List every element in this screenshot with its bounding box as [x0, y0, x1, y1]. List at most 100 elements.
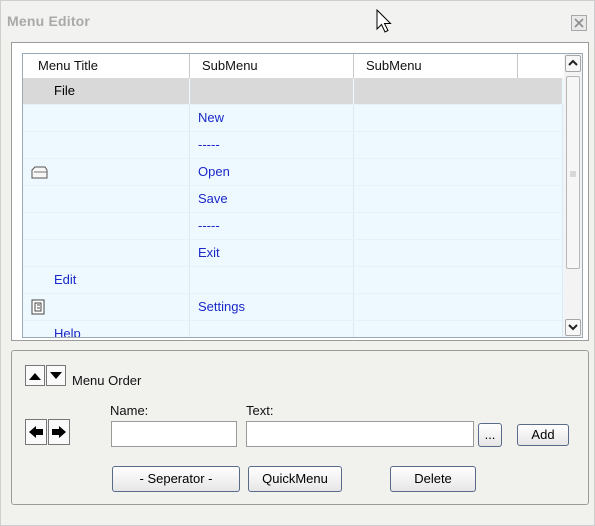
- cell-menu-title[interactable]: [23, 132, 190, 158]
- column-header-submenu-2[interactable]: SubMenu: [354, 54, 518, 78]
- close-button[interactable]: [571, 15, 587, 31]
- submenu-text: [354, 164, 362, 179]
- submenu-text: [190, 83, 198, 98]
- arrow-right-icon: [52, 426, 66, 438]
- cell-menu-title[interactable]: [23, 240, 190, 266]
- scroll-thumb[interactable]: [566, 76, 580, 269]
- menu-title-text: [23, 137, 54, 152]
- menu-title-text: [23, 191, 54, 206]
- column-header-menu-title[interactable]: Menu Title: [23, 54, 190, 78]
- title-bar[interactable]: Menu Editor: [1, 1, 594, 41]
- table-row[interactable]: -----: [23, 132, 572, 159]
- grid-rows: File New ----- Open Save ----- Exit Edit Setting…: [23, 78, 572, 338]
- name-input[interactable]: [111, 421, 237, 447]
- submenu-text: [190, 272, 198, 287]
- menu-title-text: Help: [54, 326, 81, 338]
- submenu-text: New: [198, 110, 225, 125]
- cell-submenu-2[interactable]: [354, 240, 563, 266]
- cell-submenu-2[interactable]: [354, 267, 563, 293]
- menu-title-text: [23, 299, 54, 314]
- menu-grid: Menu Title SubMenu SubMenu File New ----- O…: [22, 53, 573, 338]
- quickmenu-button[interactable]: QuickMenu: [248, 466, 342, 492]
- cell-submenu-1[interactable]: Save: [190, 186, 354, 212]
- column-header-label: Menu Title: [38, 58, 98, 73]
- cell-submenu-2[interactable]: [354, 213, 563, 239]
- text-input[interactable]: [246, 421, 474, 447]
- browse-button[interactable]: ...: [478, 423, 502, 447]
- table-row[interactable]: Open: [23, 159, 572, 186]
- submenu-text: Save: [198, 191, 228, 206]
- submenu-text: [190, 326, 198, 337]
- submenu-text: [354, 110, 362, 125]
- submenu-text: [354, 83, 362, 98]
- move-right-button[interactable]: [48, 419, 70, 445]
- cell-submenu-1[interactable]: -----: [190, 213, 354, 239]
- cell-submenu-2[interactable]: [354, 78, 562, 104]
- menu-title-text: File: [54, 83, 75, 98]
- table-row[interactable]: Help: [23, 321, 572, 338]
- cell-menu-title[interactable]: File: [23, 78, 189, 104]
- submenu-text: [354, 272, 362, 287]
- cell-menu-title[interactable]: [23, 213, 190, 239]
- cell-submenu-2[interactable]: [354, 132, 563, 158]
- cell-submenu-2[interactable]: [354, 105, 563, 131]
- close-icon: [574, 18, 584, 28]
- grid-header: Menu Title SubMenu SubMenu: [23, 54, 572, 79]
- move-down-button[interactable]: [46, 365, 66, 386]
- submenu-text: [354, 191, 362, 206]
- name-label: Name:: [110, 403, 149, 418]
- cell-menu-title[interactable]: Edit: [23, 267, 190, 293]
- menu-title-text: [23, 218, 54, 233]
- cell-menu-title[interactable]: Help: [23, 321, 190, 338]
- cell-submenu-1[interactable]: Settings: [190, 294, 354, 320]
- table-row[interactable]: Settings: [23, 294, 572, 321]
- table-row[interactable]: -----: [23, 213, 572, 240]
- cell-submenu-1[interactable]: Open: [190, 159, 354, 185]
- table-row[interactable]: Exit: [23, 240, 572, 267]
- move-up-button[interactable]: [25, 365, 45, 386]
- submenu-text: [354, 326, 362, 337]
- move-left-button[interactable]: [25, 419, 47, 445]
- cell-menu-title[interactable]: [23, 105, 190, 131]
- submenu-text: Settings: [198, 299, 245, 314]
- cell-menu-title[interactable]: [23, 186, 190, 212]
- submenu-text: Open: [198, 164, 230, 179]
- menu-title-text: Edit: [54, 272, 77, 287]
- cell-submenu-1[interactable]: Exit: [190, 240, 354, 266]
- column-header-submenu-1[interactable]: SubMenu: [190, 54, 354, 78]
- menu-title-text: [23, 110, 54, 125]
- chevron-down-icon: [568, 324, 578, 331]
- cell-submenu-1[interactable]: [190, 267, 354, 293]
- cell-menu-title[interactable]: [23, 294, 190, 320]
- add-button[interactable]: Add: [517, 424, 569, 446]
- text-label: Text:: [246, 403, 274, 418]
- column-header-label: SubMenu: [366, 58, 422, 73]
- table-row[interactable]: Edit: [23, 267, 572, 294]
- cell-submenu-2[interactable]: [354, 159, 563, 185]
- cell-submenu-1[interactable]: -----: [190, 132, 354, 158]
- cell-submenu-1[interactable]: New: [190, 105, 354, 131]
- submenu-text: [354, 299, 362, 314]
- grid-scrollbar[interactable]: [564, 53, 583, 338]
- cell-submenu-1[interactable]: [190, 321, 354, 337]
- arrow-up-icon: [29, 372, 41, 380]
- menu-title-text: [23, 164, 54, 179]
- cell-submenu-2[interactable]: [354, 294, 563, 320]
- scroll-down-button[interactable]: [565, 319, 581, 336]
- delete-button[interactable]: Delete: [390, 466, 476, 492]
- menu-editor-window: Menu Editor Menu Title SubMenu SubMenu F…: [0, 0, 595, 526]
- table-row[interactable]: File: [23, 78, 572, 105]
- cell-submenu-1[interactable]: [190, 78, 353, 104]
- separator-button[interactable]: - Seperator -: [112, 466, 240, 492]
- cell-submenu-2[interactable]: [354, 186, 563, 212]
- table-row[interactable]: Save: [23, 186, 572, 213]
- menu-grid-panel: Menu Title SubMenu SubMenu File New ----- O…: [11, 42, 589, 341]
- table-row[interactable]: New: [23, 105, 572, 132]
- menu-order-label: Menu Order: [72, 373, 142, 388]
- submenu-text: [354, 245, 362, 260]
- scroll-up-button[interactable]: [565, 55, 581, 72]
- cell-submenu-2[interactable]: [354, 321, 563, 337]
- grip-icon: [570, 171, 576, 177]
- cell-menu-title[interactable]: [23, 159, 190, 185]
- window-title: Menu Editor: [7, 13, 91, 29]
